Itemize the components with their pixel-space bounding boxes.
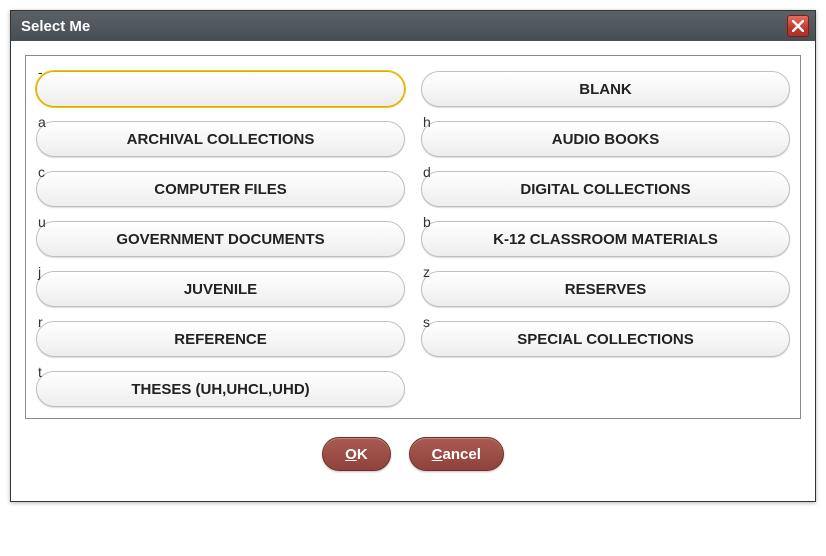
option-cell: u GOVERNMENT DOCUMENTS [36, 214, 405, 258]
option-label: ARCHIVAL COLLECTIONS [127, 131, 315, 148]
option-cell: c COMPUTER FILES [36, 164, 405, 208]
option-cell: r REFERENCE [36, 314, 405, 358]
ok-access-key: O [345, 446, 357, 463]
options-panel: - BLANK a ARCHIVAL COLLECTIONS h AUDIO BOOKS c… [25, 55, 801, 419]
ok-label-rest: K [357, 446, 368, 463]
option-label: BLANK [579, 81, 632, 98]
option-key: s [423, 314, 430, 330]
option-key: z [423, 264, 430, 280]
option-cell: b K-12 CLASSROOM MATERIALS [421, 214, 790, 258]
option-cell: z RESERVES [421, 264, 790, 308]
option-cell: - [36, 64, 405, 108]
option-cell: a ARCHIVAL COLLECTIONS [36, 114, 405, 158]
option-button[interactable] [36, 71, 405, 107]
option-key: h [423, 114, 431, 130]
option-button[interactable]: JUVENILE [36, 271, 405, 307]
option-key: j [38, 264, 41, 280]
close-button[interactable] [787, 15, 809, 37]
option-button[interactable]: DIGITAL COLLECTIONS [421, 171, 790, 207]
option-button[interactable]: SPECIAL COLLECTIONS [421, 321, 790, 357]
cancel-button[interactable]: Cancel [409, 437, 504, 471]
option-key: a [38, 114, 46, 130]
option-key: c [38, 164, 45, 180]
titlebar: Select Me [11, 11, 815, 41]
option-button[interactable]: ARCHIVAL COLLECTIONS [36, 121, 405, 157]
option-label: JUVENILE [184, 281, 257, 298]
ok-button[interactable]: OK [322, 437, 391, 471]
dialog-window: Select Me - BLANK a ARCHIVAL COLLECTIONS h AU… [10, 10, 816, 502]
option-cell: s SPECIAL COLLECTIONS [421, 314, 790, 358]
option-label: COMPUTER FILES [154, 181, 287, 198]
option-cell: d DIGITAL COLLECTIONS [421, 164, 790, 208]
option-key: t [38, 364, 42, 380]
dialog-title: Select Me [21, 18, 90, 35]
option-label: THESES (UH,UHCL,UHD) [131, 381, 309, 398]
option-key: r [38, 314, 43, 330]
option-button[interactable]: K-12 CLASSROOM MATERIALS [421, 221, 790, 257]
cancel-label-rest: ancel [443, 446, 481, 463]
option-button[interactable]: REFERENCE [36, 321, 405, 357]
option-button[interactable]: COMPUTER FILES [36, 171, 405, 207]
close-icon [792, 20, 804, 32]
option-button[interactable]: AUDIO BOOKS [421, 121, 790, 157]
option-cell: j JUVENILE [36, 264, 405, 308]
option-label: GOVERNMENT DOCUMENTS [116, 231, 324, 248]
option-label: K-12 CLASSROOM MATERIALS [493, 231, 718, 248]
option-button[interactable]: THESES (UH,UHCL,UHD) [36, 371, 405, 407]
option-label: DIGITAL COLLECTIONS [520, 181, 690, 198]
option-cell: BLANK [421, 64, 790, 108]
option-key: d [423, 164, 431, 180]
option-button[interactable]: GOVERNMENT DOCUMENTS [36, 221, 405, 257]
option-label: REFERENCE [174, 331, 267, 348]
option-label: SPECIAL COLLECTIONS [517, 331, 693, 348]
option-label: AUDIO BOOKS [552, 131, 660, 148]
option-button[interactable]: RESERVES [421, 271, 790, 307]
cancel-access-key: C [432, 446, 443, 463]
option-key: u [38, 214, 46, 230]
option-key: b [423, 214, 431, 230]
dialog-content: - BLANK a ARCHIVAL COLLECTIONS h AUDIO BOOKS c… [11, 41, 815, 501]
option-label: RESERVES [565, 281, 646, 298]
options-grid: - BLANK a ARCHIVAL COLLECTIONS h AUDIO BOOKS c… [36, 64, 790, 408]
option-button[interactable]: BLANK [421, 71, 790, 107]
option-key: - [38, 64, 43, 80]
button-bar: OK Cancel [25, 419, 801, 487]
option-cell: t THESES (UH,UHCL,UHD) [36, 364, 405, 408]
option-cell: h AUDIO BOOKS [421, 114, 790, 158]
